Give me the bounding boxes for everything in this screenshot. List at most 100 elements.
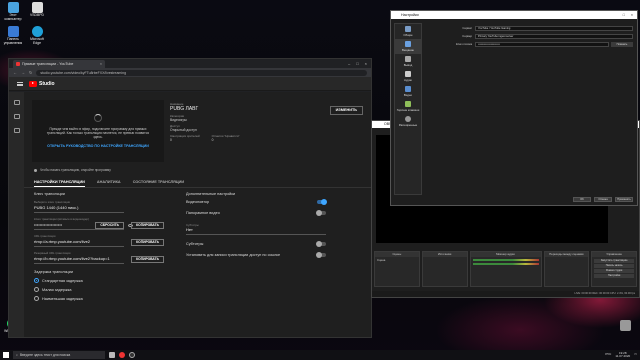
cancel-button[interactable]: Отмена — [594, 197, 612, 202]
stream-key-field[interactable]: Ключ трансляции (вставьте в видеокодер) … — [34, 217, 164, 230]
search-icon: ⌕ — [16, 353, 18, 357]
server-row: Сервер Primary YouTube ingest server — [427, 33, 633, 39]
service-row: Сервис YouTube / YouTube Gaming — [427, 25, 633, 31]
sidebar-item-audio[interactable]: Аудио — [395, 69, 421, 84]
copy-backup-url-button[interactable]: КОПИРОВАТЬ — [131, 256, 164, 263]
ok-button[interactable]: OK — [573, 197, 591, 202]
setup-guide-link[interactable]: ОТКРЫТЬ РУКОВОДСТВО ПО НАСТРОЙКЕ ТРАНСЛЯ… — [47, 144, 149, 148]
tab-stream-settings[interactable]: НАСТРОЙКИ ТРАНСЛЯЦИИ — [34, 176, 85, 187]
sidebar-item-video[interactable]: Видео — [395, 84, 421, 99]
desktop-icon-vsdbpd[interactable]: VSDBPD — [26, 2, 48, 18]
close-icon[interactable]: × — [365, 61, 367, 66]
desktop-icon-recycle-bin[interactable] — [614, 320, 636, 332]
latency-low-radio[interactable]: Малая задержка — [34, 287, 164, 292]
stream-key-select[interactable]: Выберите ключ трансляции PUBG 1440 (1440… — [34, 200, 164, 213]
sidebar-item-general[interactable]: Общие — [395, 24, 421, 39]
key-section-title: Ключ трансляции — [34, 192, 65, 196]
tab-analytics[interactable]: АНАЛИТИКА — [97, 176, 121, 187]
panoramic-row: Панорамное видео — [186, 210, 326, 216]
task-view-icon[interactable] — [109, 352, 115, 358]
settings-tabs: НАСТРОЙКИ ТРАНСЛЯЦИИ АНАЛИТИКА СОСТОЯНИЕ… — [24, 176, 371, 188]
sidebar-item-advanced[interactable]: Расширенные — [395, 114, 421, 129]
clock[interactable]: 19:28 11.07.2020 — [615, 351, 630, 359]
url-input[interactable]: studio.youtube.com/video/kyFTu8rbeFXX/li… — [36, 69, 367, 76]
likes-count: 0 — [211, 138, 214, 142]
forward-icon[interactable]: → — [21, 70, 25, 75]
controls-dock: Управление Запустить трансляцию Начать з… — [591, 251, 637, 287]
monitor-icon — [405, 86, 411, 92]
stream-key-input[interactable]: •••••••••••••••••••••••• — [475, 41, 609, 47]
youtube-favicon-icon — [16, 62, 20, 66]
studio-mode-button[interactable]: Режим студии — [594, 269, 634, 273]
maximize-icon[interactable]: □ — [356, 61, 358, 66]
desktop-icon-edge[interactable]: Microsoft Edge — [26, 26, 48, 45]
desktop-icon-this-pc[interactable]: Этот компьютер — [2, 2, 24, 21]
server-select[interactable]: Primary YouTube ingest server — [475, 33, 633, 39]
obs-docks: Сцены Сцена Источники Микшер аудио Перех… — [374, 251, 637, 287]
stream-nav-icon[interactable] — [13, 100, 20, 105]
taskbar-search-input[interactable]: ⌕ Введите здесь текст для поиска — [13, 351, 105, 359]
browser-window: Прямые трансляции - YouTube × – □ × ← → … — [8, 58, 372, 338]
preview-message: Прежде чем выйти в эфир, подключите прог… — [46, 126, 150, 140]
subtitles-toggle[interactable] — [316, 241, 326, 247]
edit-button[interactable]: ИЗМЕНИТЬ — [329, 106, 363, 115]
minimize-icon[interactable]: – — [348, 61, 350, 66]
manage-nav-icon[interactable] — [13, 128, 20, 133]
viewers-count: 0 — [170, 138, 172, 142]
subtitles-select[interactable]: Субтитры Нет — [186, 222, 326, 235]
stream-meta: Название PUBG ЛАВГ Категория Видеоигры Д… — [170, 102, 280, 144]
scene-item[interactable]: Сцена — [375, 257, 419, 263]
backup-url-field[interactable]: Резервный URL трансляции rtmp://b.rtmp.y… — [34, 251, 164, 264]
copy-key-button[interactable]: КОПИРОВАТЬ — [131, 222, 164, 229]
settings-button[interactable]: Настройки — [594, 274, 634, 278]
back-icon[interactable]: ← — [13, 70, 17, 75]
service-select[interactable]: YouTube / YouTube Gaming — [475, 25, 633, 31]
radio-icon — [34, 287, 39, 292]
address-bar: ← → ↻ studio.youtube.com/video/kyFTu8rbe… — [9, 68, 371, 77]
maximize-icon[interactable]: □ — [623, 11, 625, 19]
sidebar-item-stream[interactable]: Вещание — [395, 39, 421, 54]
opera-icon[interactable] — [119, 352, 125, 358]
start-streaming-button[interactable]: Запустить трансляцию — [594, 259, 634, 263]
latency-section-title: Задержка трансляции — [34, 270, 73, 274]
menu-icon[interactable] — [17, 81, 23, 86]
link-access-toggle[interactable] — [316, 252, 326, 258]
notifications-icon[interactable]: ▭ — [634, 353, 637, 357]
apply-button[interactable]: Применить — [615, 197, 633, 202]
settings-buttons: OK Отмена Применить — [573, 197, 633, 202]
obs-taskbar-icon[interactable] — [129, 352, 135, 358]
reset-button[interactable]: СБРОСИТЬ — [95, 222, 124, 229]
globe-icon — [405, 41, 411, 47]
edge-icon — [31, 26, 43, 37]
reload-icon[interactable]: ↻ — [29, 70, 32, 75]
start-recording-button[interactable]: Начать запись — [594, 264, 634, 268]
language-indicator[interactable]: РУС — [605, 353, 611, 357]
webcam-nav-icon[interactable] — [13, 114, 20, 119]
studio-header: Studio — [9, 77, 371, 91]
youtube-studio-logo[interactable]: Studio — [29, 80, 55, 87]
sidebar-item-output[interactable]: Вывод — [395, 54, 421, 69]
stream-preview: Прежде чем выйти в эфир, подключите прог… — [32, 100, 164, 162]
browser-tab[interactable]: Прямые трансляции - YouTube × — [13, 60, 105, 68]
loading-spinner-icon — [94, 113, 102, 122]
copy-url-button[interactable]: КОПИРОВАТЬ — [131, 239, 164, 246]
desktop-icon-control-panel[interactable]: Панель управления — [2, 26, 24, 45]
audio-meter — [472, 263, 539, 265]
app-icon — [31, 2, 43, 13]
close-icon[interactable]: × — [631, 11, 633, 19]
latency-standard-radio[interactable]: Стандартная задержка — [34, 278, 164, 283]
stream-key-settings: Ключ трансляции Выберите ключ трансляции… — [34, 192, 164, 305]
latency-ultralow-radio[interactable]: Наименьшая задержка — [34, 296, 164, 301]
show-key-button[interactable]: Показать — [611, 41, 633, 47]
stream-url-field[interactable]: URL трансляции rtmp://a.rtmp.youtube.com… — [34, 234, 164, 247]
youtube-play-icon — [29, 80, 37, 87]
windows-start-icon[interactable] — [3, 352, 9, 358]
dvr-toggle[interactable] — [317, 199, 327, 205]
audio-mixer-dock: Микшер аудио — [469, 251, 542, 287]
sidebar-item-hotkeys[interactable]: Горячие клавиши — [395, 99, 421, 114]
tab-stream-health[interactable]: СОСТОЯНИЕ ТРАНСЛЯЦИИ — [133, 176, 184, 187]
close-tab-icon[interactable]: × — [100, 62, 102, 66]
panoramic-toggle[interactable] — [316, 210, 326, 216]
stream-privacy: Открытый доступ — [170, 128, 197, 132]
dvr-row: Видеоповтор — [186, 199, 327, 205]
